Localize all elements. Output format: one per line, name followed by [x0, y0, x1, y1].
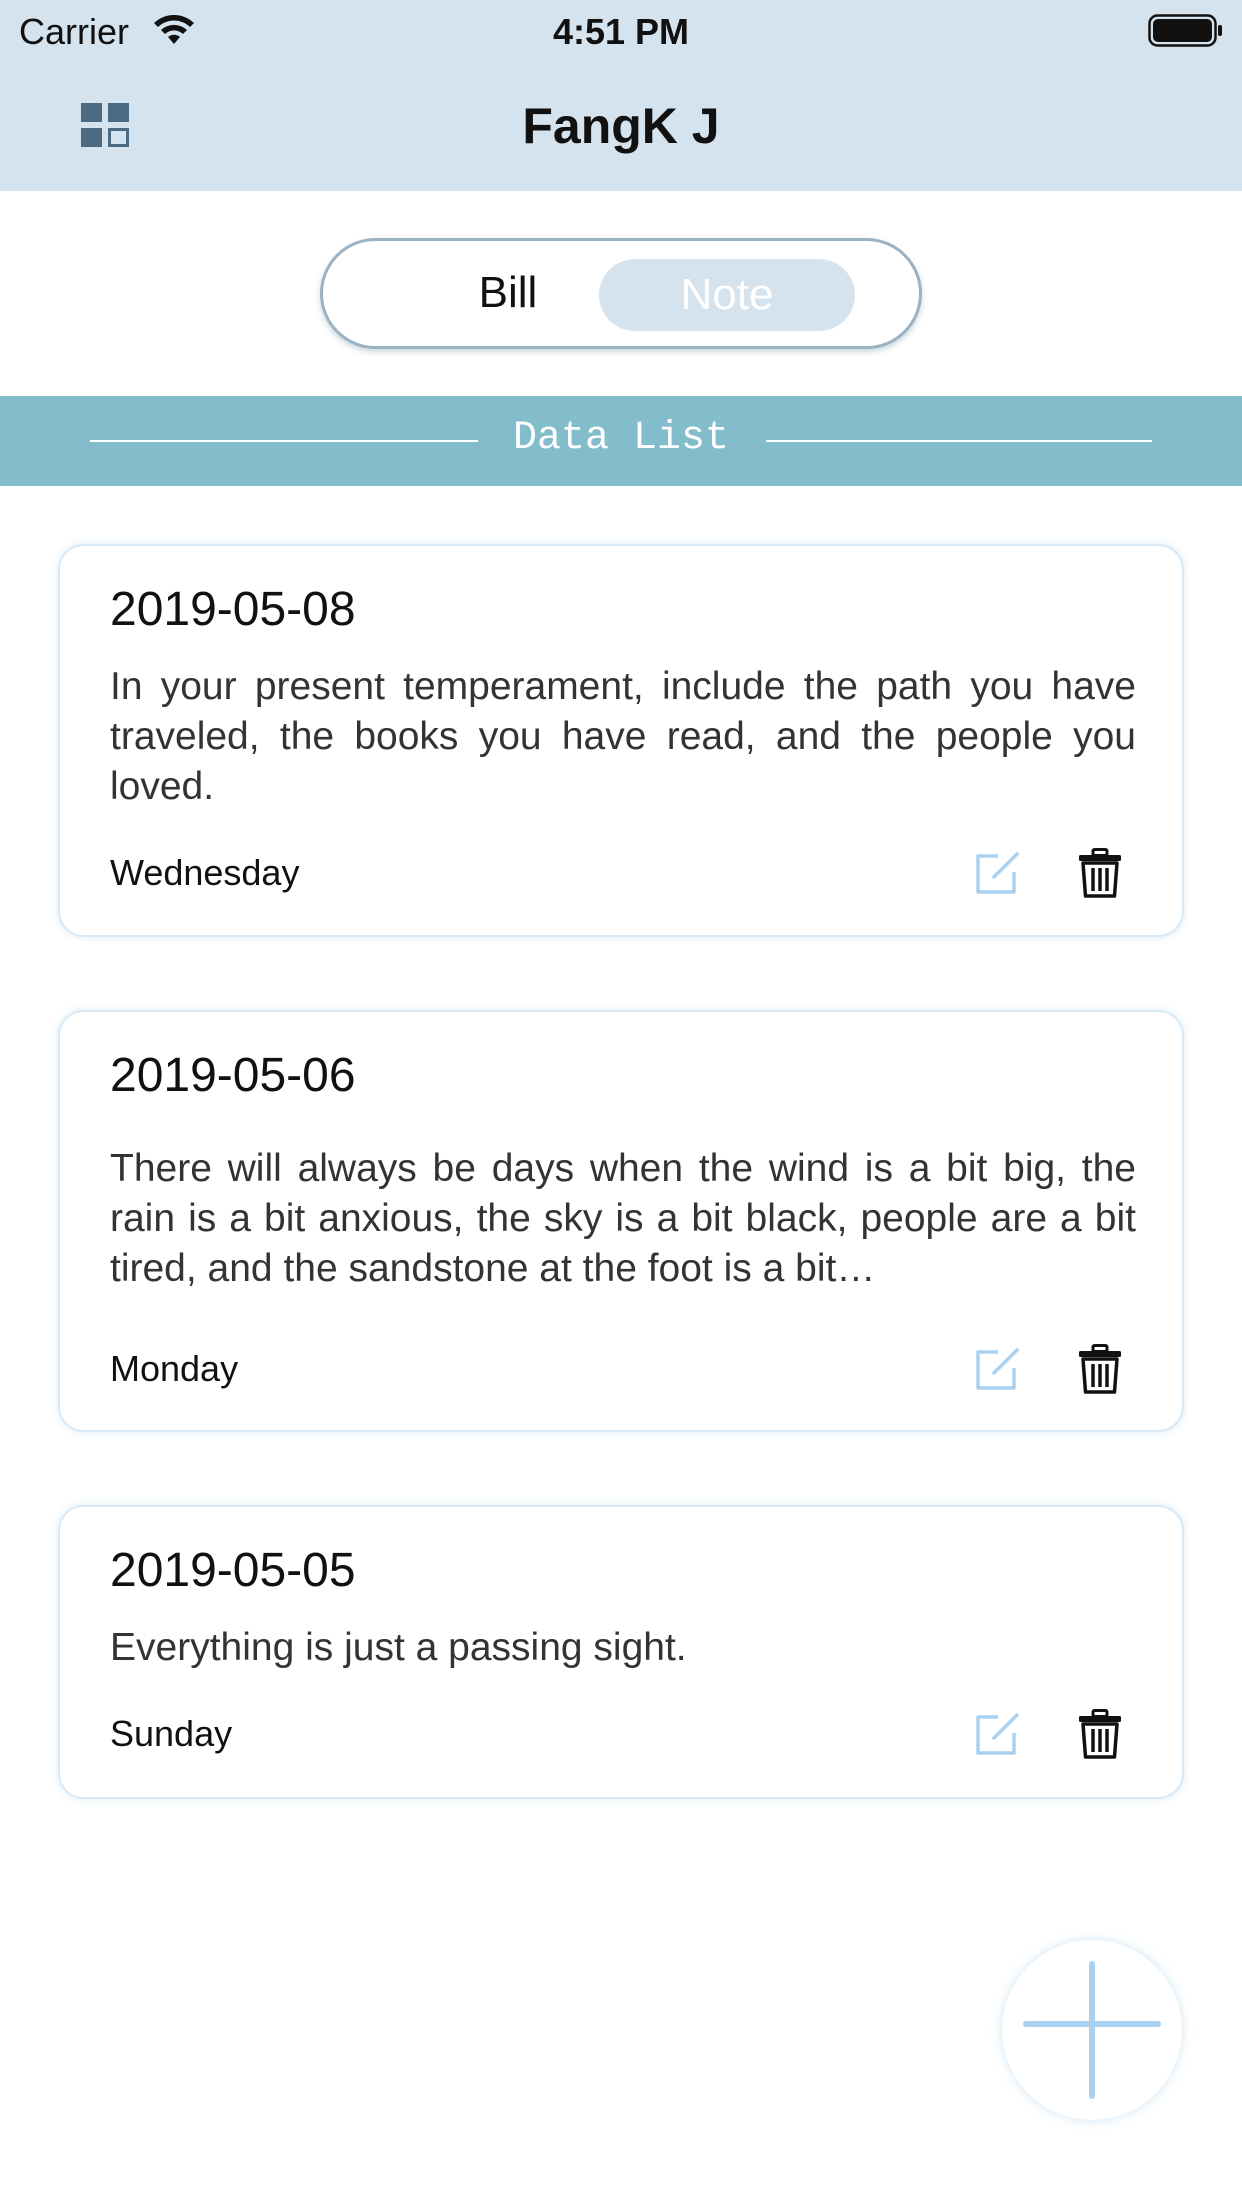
note-day: Wednesday [110, 852, 300, 893]
trash-icon[interactable] [1078, 1709, 1122, 1759]
note-text: In your present temperament, include the… [110, 665, 1136, 808]
note-card[interactable]: 2019-05-06 There will always be days whe… [58, 1010, 1184, 1432]
page-title: FangK J [522, 98, 720, 154]
segmented-control: Bill Note [320, 238, 922, 349]
status-bar: Carrier 4:51 PM [0, 0, 1242, 62]
note-date: 2019-05-05 [110, 1544, 356, 1597]
note-date: 2019-05-08 [110, 583, 356, 636]
trash-icon[interactable] [1078, 848, 1122, 898]
note-date: 2019-05-06 [110, 1049, 356, 1102]
note-text: There will always be days when the wind … [110, 1147, 1136, 1290]
tab-note[interactable]: Note [599, 259, 855, 331]
note-card[interactable]: 2019-05-08 In your present temperament, … [58, 544, 1184, 937]
section-header: Data List [0, 396, 1242, 486]
add-note-button[interactable] [1002, 1940, 1182, 2120]
plus-icon [1023, 1961, 1161, 2099]
note-day: Monday [110, 1348, 239, 1389]
edit-icon[interactable] [974, 1344, 1022, 1392]
note-text: Everything is just a passing sight. [110, 1626, 687, 1669]
section-title: Data List [512, 416, 730, 461]
note-card[interactable]: 2019-05-05 Everything is just a passing … [58, 1505, 1184, 1799]
tab-bill[interactable]: Bill [443, 268, 573, 318]
top-bar: Carrier 4:51 PM FangK J [0, 0, 1242, 191]
divider-right [766, 440, 1152, 442]
note-day: Sunday [110, 1713, 233, 1754]
edit-icon[interactable] [974, 848, 1022, 896]
battery-icon [1148, 14, 1222, 47]
clock: 4:51 PM [552, 11, 690, 52]
edit-icon[interactable] [974, 1709, 1022, 1757]
trash-icon[interactable] [1078, 1344, 1122, 1394]
